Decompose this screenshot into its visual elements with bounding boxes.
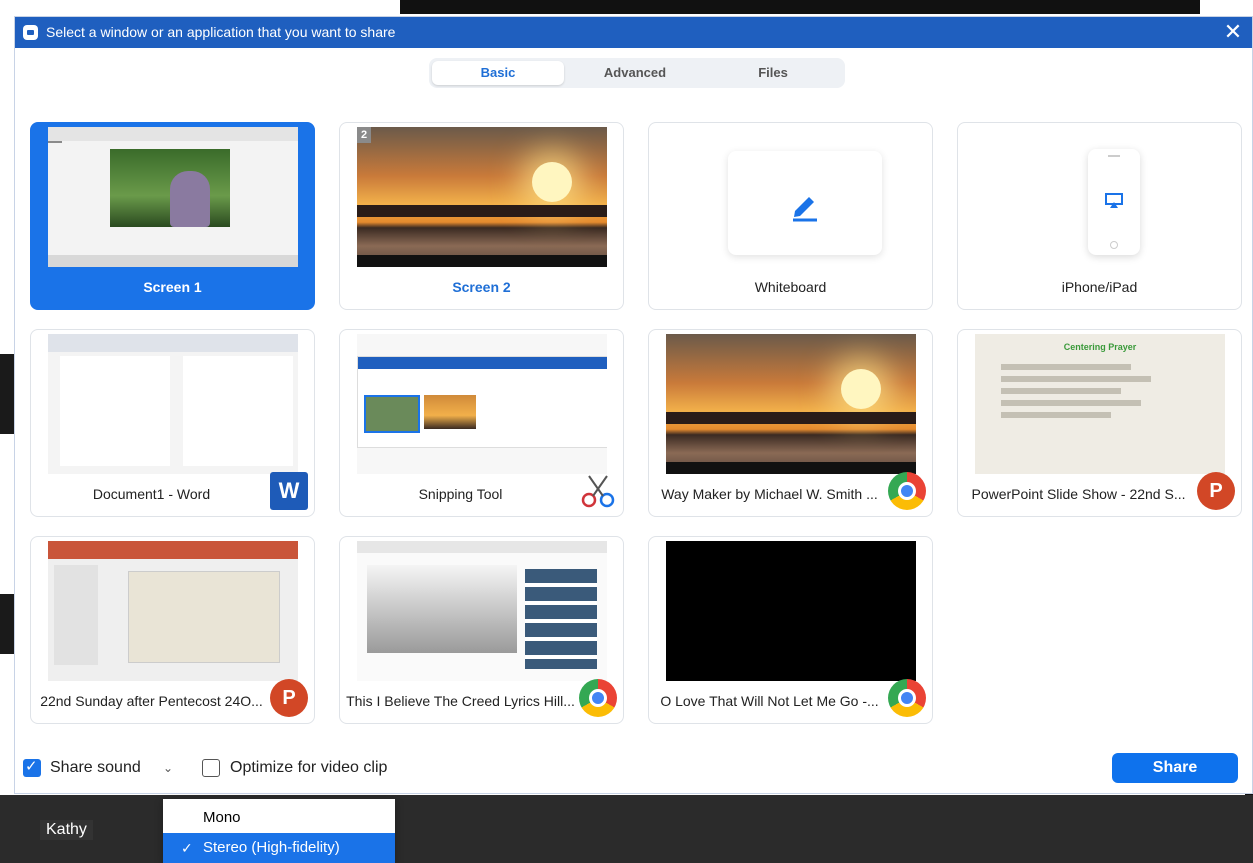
tile-label: Whiteboard	[754, 279, 827, 295]
powerpoint-thumbnail	[48, 541, 298, 681]
share-sound-label[interactable]: Share sound	[50, 759, 141, 777]
powerpoint-icon: P	[270, 679, 308, 717]
share-window-dialog: Select a window or an application that y…	[14, 16, 1253, 794]
phone-speaker	[1108, 155, 1120, 157]
word-icon: W	[270, 472, 308, 510]
iphone-thumbnail	[975, 127, 1225, 267]
slide-canvas	[128, 571, 280, 663]
powerpoint-ribbon	[48, 541, 298, 559]
word-thumbnail	[48, 334, 298, 474]
share-tile-o-love[interactable]: O Love That Will Not Let Me Go -...	[648, 536, 933, 724]
slide-pane	[54, 565, 98, 665]
chrome-icon	[579, 679, 617, 717]
background-strip	[0, 354, 14, 434]
video-controls	[357, 255, 607, 267]
audio-mode-menu: Mono ✓ Stereo (High-fidelity)	[163, 799, 395, 863]
share-tile-way-maker[interactable]: Way Maker by Michael W. Smith ...	[648, 329, 933, 517]
thumbnail-toolbar	[48, 127, 298, 141]
optimize-video-checkbox[interactable]	[202, 759, 220, 777]
screen-number-badge: 2	[357, 127, 371, 143]
optimize-video-label[interactable]: Optimize for video clip	[230, 759, 387, 777]
video-preview	[110, 149, 230, 227]
scissors-icon	[581, 475, 615, 508]
tab-advanced[interactable]: Advanced	[569, 61, 701, 85]
video-player	[367, 565, 517, 653]
chrome-icon	[888, 679, 926, 717]
checkmark-icon: ✓	[181, 840, 193, 856]
o-love-thumbnail	[666, 541, 916, 681]
slideshow-thumbnail: Centering Prayer	[975, 334, 1225, 474]
background-strip	[0, 594, 14, 654]
participant-name: Kathy	[40, 820, 93, 840]
snip-window	[357, 356, 607, 448]
menu-item-label: Stereo (High-fidelity)	[203, 839, 340, 856]
slide-text-line	[1001, 376, 1151, 382]
share-tile-word-document[interactable]: Document1 - Word W	[30, 329, 315, 517]
rocks-image	[666, 412, 916, 424]
dialog-titlebar: Select a window or an application that y…	[15, 17, 1252, 48]
share-tile-whiteboard[interactable]: Whiteboard	[648, 122, 933, 310]
share-button[interactable]: Share	[1112, 753, 1238, 783]
snipping-thumbnail	[357, 334, 607, 474]
recommended-list	[525, 569, 597, 669]
sun-image	[841, 369, 881, 409]
rocks-image	[357, 205, 607, 217]
word-ribbon	[48, 334, 298, 352]
phone-frame	[1088, 149, 1140, 255]
home-button	[1110, 241, 1118, 249]
word-page	[60, 356, 170, 466]
way-maker-thumbnail	[666, 334, 916, 474]
share-tile-screen-2[interactable]: 2 Screen 2	[339, 122, 624, 310]
pen-icon	[793, 197, 817, 222]
screen-2-thumbnail: 2	[357, 127, 607, 267]
slide-text-line	[1001, 412, 1111, 418]
tile-label: Screen 2	[452, 279, 511, 295]
background-bar	[400, 0, 1200, 14]
menu-item-label: Mono	[203, 809, 241, 826]
share-tile-powerpoint-slideshow[interactable]: Centering Prayer PowerPoint Slide Show -…	[957, 329, 1242, 517]
share-options-bar: Share sound ⌄ Optimize for video clip Sh…	[15, 750, 1252, 794]
zoom-app-icon	[23, 25, 38, 40]
menu-item-stereo[interactable]: ✓ Stereo (High-fidelity)	[163, 833, 395, 863]
slide-text-line	[1001, 400, 1141, 406]
share-tile-iphone-ipad[interactable]: iPhone/iPad	[957, 122, 1242, 310]
share-tabs: Basic Advanced Files	[429, 58, 845, 88]
share-sound-checkbox[interactable]	[23, 757, 41, 777]
video-controls	[666, 462, 916, 474]
snip-tile	[364, 395, 420, 433]
screen-1-thumbnail: 1	[48, 127, 298, 267]
powerpoint-icon: P	[1197, 472, 1235, 510]
snip-titlebar	[358, 357, 607, 369]
chrome-icon	[888, 472, 926, 510]
background-top	[0, 0, 1253, 16]
menu-item-mono[interactable]: Mono	[163, 803, 395, 833]
dialog-title: Select a window or an application that y…	[46, 24, 396, 40]
share-tile-snipping-tool[interactable]: Snipping Tool	[339, 329, 624, 517]
background-left	[0, 16, 14, 796]
share-tile-this-i-believe[interactable]: This I Believe The Creed Lyrics Hill...	[339, 536, 624, 724]
close-icon[interactable]: ✕	[1220, 19, 1246, 45]
browser-toolbar	[357, 541, 607, 553]
slide-text-line	[1001, 388, 1121, 394]
sun-image	[532, 162, 572, 202]
tab-files[interactable]: Files	[707, 61, 839, 85]
whiteboard-card	[728, 151, 882, 255]
share-tile-screen-1[interactable]: 1 Screen 1	[30, 122, 315, 310]
airplay-icon	[1105, 193, 1123, 208]
participant-figure	[170, 171, 210, 227]
tile-label: iPhone/iPad	[1061, 279, 1138, 295]
chevron-down-icon[interactable]: ⌄	[163, 761, 173, 775]
slide-text-line	[1001, 364, 1131, 370]
whiteboard-thumbnail	[666, 127, 916, 267]
youtube-thumbnail	[357, 541, 607, 681]
share-tile-powerpoint-editor[interactable]: 22nd Sunday after Pentecost 24O... P	[30, 536, 315, 724]
thumbnail-taskbar	[48, 255, 298, 267]
word-page	[183, 356, 293, 466]
tile-label: Screen 1	[143, 279, 202, 295]
tab-basic[interactable]: Basic	[432, 61, 564, 85]
slide-title: Centering Prayer	[1063, 342, 1137, 352]
snip-tile	[424, 395, 476, 429]
